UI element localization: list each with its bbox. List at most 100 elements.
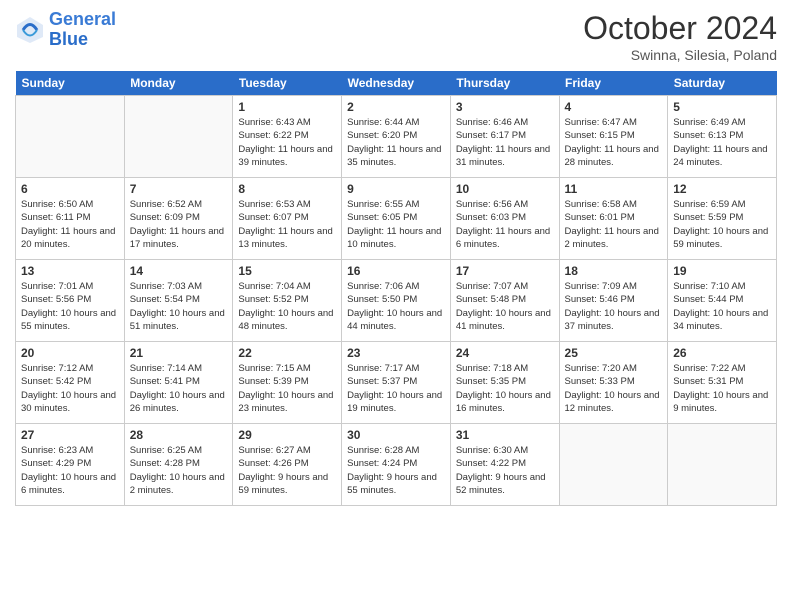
day-number: 3 [456, 100, 554, 114]
day-number: 24 [456, 346, 554, 360]
calendar-table: Sunday Monday Tuesday Wednesday Thursday… [15, 71, 777, 506]
day-info: Sunrise: 7:20 AM Sunset: 5:33 PM Dayligh… [565, 362, 663, 415]
day-cell: 17Sunrise: 7:07 AM Sunset: 5:48 PM Dayli… [450, 260, 559, 342]
day-number: 18 [565, 264, 663, 278]
week-row-2: 6 Sunrise: 6:50 AM Sunset: 6:11 PM Daylig… [16, 178, 777, 260]
week-row-4: 20 Sunrise: 7:12 AM Sunset: 5:42 PM Dayli… [16, 342, 777, 424]
day-cell: 23 Sunrise: 7:17 AM Sunset: 5:37 PM Dayli… [342, 342, 451, 424]
day-cell [16, 96, 125, 178]
day-number: 5 [673, 100, 771, 114]
header-thursday: Thursday [450, 71, 559, 96]
day-info: Sunrise: 6:59 AM Sunset: 5:59 PM Dayligh… [673, 198, 771, 251]
day-cell: 24 Sunrise: 7:18 AM Sunset: 5:35 PM Dayli… [450, 342, 559, 424]
day-number: 2 [347, 100, 445, 114]
title-block: October 2024 Swinna, Silesia, Poland [583, 10, 777, 63]
day-info: Sunrise: 6:58 AM Sunset: 6:01 PM Dayligh… [565, 198, 663, 251]
day-number: 14 [130, 264, 228, 278]
day-number: 9 [347, 182, 445, 196]
day-number: 25 [565, 346, 663, 360]
day-cell: 8 Sunrise: 6:53 AM Sunset: 6:07 PM Daylig… [233, 178, 342, 260]
calendar-body: 1Sunrise: 6:43 AM Sunset: 6:22 PM Daylig… [16, 96, 777, 506]
day-cell: 6 Sunrise: 6:50 AM Sunset: 6:11 PM Daylig… [16, 178, 125, 260]
day-info: Sunrise: 6:49 AM Sunset: 6:13 PM Dayligh… [673, 116, 771, 169]
location-subtitle: Swinna, Silesia, Poland [583, 47, 777, 63]
day-info: Sunrise: 7:14 AM Sunset: 5:41 PM Dayligh… [130, 362, 228, 415]
day-number: 22 [238, 346, 336, 360]
day-info: Sunrise: 7:01 AM Sunset: 5:56 PM Dayligh… [21, 280, 119, 333]
day-number: 27 [21, 428, 119, 442]
day-number: 16 [347, 264, 445, 278]
day-info: Sunrise: 6:50 AM Sunset: 6:11 PM Dayligh… [21, 198, 119, 251]
day-info: Sunrise: 7:09 AM Sunset: 5:46 PM Dayligh… [565, 280, 663, 333]
day-cell: 30 Sunrise: 6:28 AM Sunset: 4:24 PM Dayli… [342, 424, 451, 506]
day-info: Sunrise: 6:23 AM Sunset: 4:29 PM Dayligh… [21, 444, 119, 497]
day-number: 4 [565, 100, 663, 114]
day-info: Sunrise: 7:06 AM Sunset: 5:50 PM Dayligh… [347, 280, 445, 333]
header-monday: Monday [124, 71, 233, 96]
day-cell: 28Sunrise: 6:25 AM Sunset: 4:28 PM Dayli… [124, 424, 233, 506]
day-cell: 21 Sunrise: 7:14 AM Sunset: 5:41 PM Dayli… [124, 342, 233, 424]
day-number: 7 [130, 182, 228, 196]
day-info: Sunrise: 6:53 AM Sunset: 6:07 PM Dayligh… [238, 198, 336, 251]
day-info: Sunrise: 6:43 AM Sunset: 6:22 PM Dayligh… [238, 116, 336, 169]
day-info: Sunrise: 6:56 AM Sunset: 6:03 PM Dayligh… [456, 198, 554, 251]
day-info: Sunrise: 7:15 AM Sunset: 5:39 PM Dayligh… [238, 362, 336, 415]
day-info: Sunrise: 6:25 AM Sunset: 4:28 PM Dayligh… [130, 444, 228, 497]
header-wednesday: Wednesday [342, 71, 451, 96]
day-number: 21 [130, 346, 228, 360]
day-number: 19 [673, 264, 771, 278]
day-cell: 29 Sunrise: 6:27 AM Sunset: 4:26 PM Dayli… [233, 424, 342, 506]
day-number: 6 [21, 182, 119, 196]
day-cell: 15Sunrise: 7:04 AM Sunset: 5:52 PM Dayli… [233, 260, 342, 342]
day-number: 17 [456, 264, 554, 278]
day-info: Sunrise: 7:10 AM Sunset: 5:44 PM Dayligh… [673, 280, 771, 333]
day-cell: 25 Sunrise: 7:20 AM Sunset: 5:33 PM Dayli… [559, 342, 668, 424]
day-cell: 13Sunrise: 7:01 AM Sunset: 5:56 PM Dayli… [16, 260, 125, 342]
day-info: Sunrise: 6:46 AM Sunset: 6:17 PM Dayligh… [456, 116, 554, 169]
day-info: Sunrise: 6:30 AM Sunset: 4:22 PM Dayligh… [456, 444, 554, 497]
header: General Blue October 2024 Swinna, Silesi… [15, 10, 777, 63]
day-cell: 19 Sunrise: 7:10 AM Sunset: 5:44 PM Dayli… [668, 260, 777, 342]
day-info: Sunrise: 6:28 AM Sunset: 4:24 PM Dayligh… [347, 444, 445, 497]
day-info: Sunrise: 7:17 AM Sunset: 5:37 PM Dayligh… [347, 362, 445, 415]
day-info: Sunrise: 6:27 AM Sunset: 4:26 PM Dayligh… [238, 444, 336, 497]
day-cell [124, 96, 233, 178]
day-cell: 12 Sunrise: 6:59 AM Sunset: 5:59 PM Dayli… [668, 178, 777, 260]
day-info: Sunrise: 7:12 AM Sunset: 5:42 PM Dayligh… [21, 362, 119, 415]
day-number: 30 [347, 428, 445, 442]
header-friday: Friday [559, 71, 668, 96]
day-cell: 7 Sunrise: 6:52 AM Sunset: 6:09 PM Daylig… [124, 178, 233, 260]
day-number: 29 [238, 428, 336, 442]
day-number: 20 [21, 346, 119, 360]
day-info: Sunrise: 7:18 AM Sunset: 5:35 PM Dayligh… [456, 362, 554, 415]
day-cell: 22 Sunrise: 7:15 AM Sunset: 5:39 PM Dayli… [233, 342, 342, 424]
calendar-header: Sunday Monday Tuesday Wednesday Thursday… [16, 71, 777, 96]
day-cell [559, 424, 668, 506]
day-cell: 18 Sunrise: 7:09 AM Sunset: 5:46 PM Dayli… [559, 260, 668, 342]
day-number: 26 [673, 346, 771, 360]
day-number: 12 [673, 182, 771, 196]
header-tuesday: Tuesday [233, 71, 342, 96]
day-info: Sunrise: 6:52 AM Sunset: 6:09 PM Dayligh… [130, 198, 228, 251]
day-info: Sunrise: 7:22 AM Sunset: 5:31 PM Dayligh… [673, 362, 771, 415]
day-info: Sunrise: 6:55 AM Sunset: 6:05 PM Dayligh… [347, 198, 445, 251]
day-number: 11 [565, 182, 663, 196]
day-cell: 2 Sunrise: 6:44 AM Sunset: 6:20 PM Daylig… [342, 96, 451, 178]
day-cell: 10 Sunrise: 6:56 AM Sunset: 6:03 PM Dayli… [450, 178, 559, 260]
day-number: 23 [347, 346, 445, 360]
logo: General Blue [15, 10, 116, 50]
day-info: Sunrise: 7:04 AM Sunset: 5:52 PM Dayligh… [238, 280, 336, 333]
week-row-5: 27 Sunrise: 6:23 AM Sunset: 4:29 PM Dayli… [16, 424, 777, 506]
day-cell: 3 Sunrise: 6:46 AM Sunset: 6:17 PM Daylig… [450, 96, 559, 178]
day-number: 10 [456, 182, 554, 196]
day-cell: 27 Sunrise: 6:23 AM Sunset: 4:29 PM Dayli… [16, 424, 125, 506]
day-info: Sunrise: 6:44 AM Sunset: 6:20 PM Dayligh… [347, 116, 445, 169]
month-title: October 2024 [583, 10, 777, 47]
header-sunday: Sunday [16, 71, 125, 96]
day-cell: 26 Sunrise: 7:22 AM Sunset: 5:31 PM Dayli… [668, 342, 777, 424]
day-cell: 4Sunrise: 6:47 AM Sunset: 6:15 PM Daylig… [559, 96, 668, 178]
header-saturday: Saturday [668, 71, 777, 96]
day-cell: 31Sunrise: 6:30 AM Sunset: 4:22 PM Dayli… [450, 424, 559, 506]
day-number: 8 [238, 182, 336, 196]
week-row-1: 1Sunrise: 6:43 AM Sunset: 6:22 PM Daylig… [16, 96, 777, 178]
